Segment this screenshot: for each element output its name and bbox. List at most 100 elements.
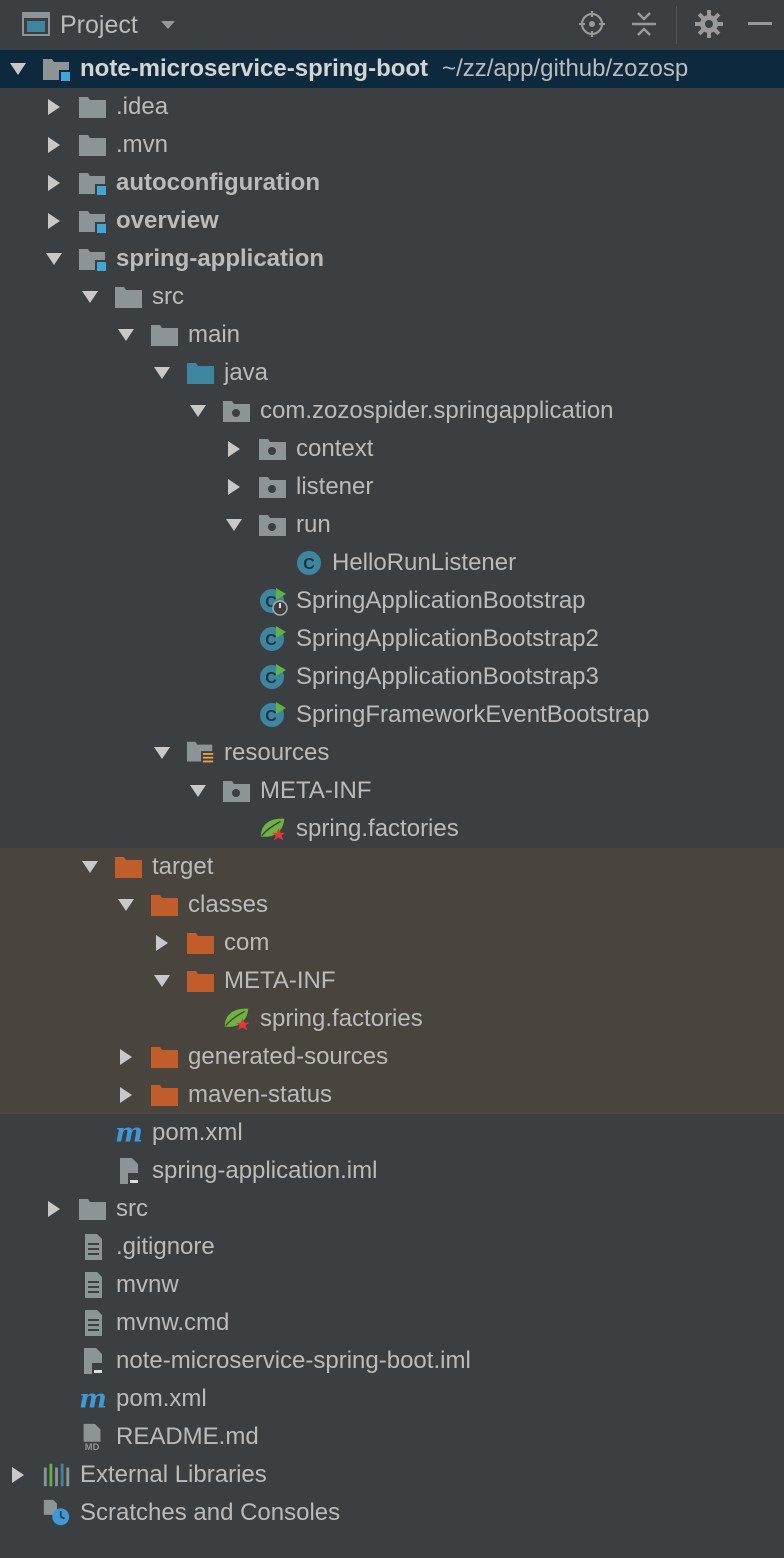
tree-row-package[interactable]: com.zozospider.springapplication	[0, 392, 784, 430]
excluded-folder-icon	[114, 853, 144, 881]
tree-item-label: src	[152, 283, 184, 310]
collapse-all-icon[interactable]	[630, 10, 658, 38]
header-separator	[676, 6, 677, 44]
tree-row-root-pom[interactable]: m pom.xml	[0, 1380, 784, 1418]
text-file-icon	[78, 1271, 108, 1299]
project-root-name: note-microservice-spring-boot	[80, 55, 429, 82]
tree-row-root[interactable]: note-microservice-spring-boot ~/zz/app/gi…	[0, 50, 784, 88]
tree-item-label: main	[188, 321, 241, 348]
tree-item-label: pom.xml	[116, 1385, 207, 1412]
tree-row-spring-application-bootstrap2[interactable]: C SpringApplicationBootstrap2	[0, 620, 784, 658]
dropdown-caret-icon[interactable]	[160, 16, 176, 34]
tree-row-external-libraries[interactable]: External Libraries	[0, 1456, 784, 1494]
gear-icon[interactable]	[694, 9, 724, 39]
tree-row-module-pom[interactable]: m pom.xml	[0, 1114, 784, 1152]
expanded-arrow-icon[interactable]	[224, 506, 244, 544]
source-folder-icon	[186, 359, 216, 387]
tree-row-spring-application-bootstrap[interactable]: C SpringApplicationBootstrap	[0, 582, 784, 620]
tree-row-generated-sources[interactable]: generated-sources	[0, 1038, 784, 1076]
tree-row-com[interactable]: com	[0, 924, 784, 962]
expanded-arrow-icon[interactable]	[152, 734, 172, 772]
collapsed-arrow-icon[interactable]	[44, 202, 64, 240]
tree-row-target-spring-factories[interactable]: spring.factories	[0, 1000, 784, 1038]
tree-item-label: pom.xml	[152, 1119, 243, 1146]
tree-row-spring-framework-event-bootstrap[interactable]: C SpringFrameworkEventBootstrap	[0, 696, 784, 734]
tree-item-label: target	[152, 853, 214, 880]
expanded-arrow-icon[interactable]	[188, 392, 208, 430]
tree-row-java[interactable]: java	[0, 354, 784, 392]
collapsed-arrow-icon[interactable]	[224, 430, 244, 468]
tree-row-root-iml[interactable]: note-microservice-spring-boot.iml	[0, 1342, 784, 1380]
tree-row-module-iml[interactable]: spring-application.iml	[0, 1152, 784, 1190]
tree-row-spring-application[interactable]: spring-application	[0, 240, 784, 278]
collapsed-arrow-icon[interactable]	[44, 88, 64, 126]
project-view-title[interactable]: Project	[60, 10, 138, 40]
tree-item-label: SpringApplicationBootstrap3	[296, 663, 599, 690]
runnable-class-icon: C	[258, 701, 288, 729]
folder-icon	[150, 321, 180, 349]
tree-row-maven-status[interactable]: maven-status	[0, 1076, 784, 1114]
tree-row-mvnw-cmd[interactable]: mvnw.cmd	[0, 1304, 784, 1342]
tree-row-resources[interactable]: resources	[0, 734, 784, 772]
collapsed-arrow-icon[interactable]	[44, 126, 64, 164]
tree-row-context[interactable]: context	[0, 430, 784, 468]
expanded-arrow-icon[interactable]	[80, 848, 100, 886]
tree-row-spring-application-bootstrap3[interactable]: C SpringApplicationBootstrap3	[0, 658, 784, 696]
expanded-arrow-icon[interactable]	[152, 354, 172, 392]
excluded-folder-icon	[186, 967, 216, 995]
tree-item-label: listener	[296, 473, 374, 500]
tree-row-mvnw[interactable]: mvnw	[0, 1266, 784, 1304]
project-tool-window: Project note-microservice-spring-boot ~/…	[0, 0, 784, 1558]
collapsed-arrow-icon[interactable]	[8, 1456, 28, 1494]
collapsed-arrow-icon[interactable]	[44, 1190, 64, 1228]
tree-item-label: resources	[224, 739, 330, 766]
tree-row-root-src[interactable]: src	[0, 1190, 784, 1228]
expanded-arrow-icon[interactable]	[44, 240, 64, 278]
expanded-arrow-icon[interactable]	[152, 962, 172, 1000]
locate-icon[interactable]	[578, 10, 606, 38]
tree-row-meta-inf[interactable]: META-INF	[0, 772, 784, 810]
excluded-folder-icon	[150, 1043, 180, 1071]
tree-row-spring-factories[interactable]: spring.factories	[0, 810, 784, 848]
svg-text:C: C	[265, 708, 277, 725]
tree-row-main[interactable]: main	[0, 316, 784, 354]
collapsed-arrow-icon[interactable]	[44, 164, 64, 202]
tree-item-label: .gitignore	[116, 1233, 215, 1260]
folder-icon	[78, 93, 108, 121]
maven-icon: m	[114, 1119, 144, 1147]
tree-row-listener[interactable]: listener	[0, 468, 784, 506]
tree-row-overview[interactable]: overview	[0, 202, 784, 240]
collapsed-arrow-icon[interactable]	[224, 468, 244, 506]
tree-item-label: autoconfiguration	[116, 169, 320, 196]
libraries-icon	[42, 1461, 72, 1489]
expanded-arrow-icon[interactable]	[116, 886, 136, 924]
tree-row-run[interactable]: run	[0, 506, 784, 544]
scratches-icon	[42, 1499, 72, 1527]
tree-row-mvn[interactable]: .mvn	[0, 126, 784, 164]
expanded-arrow-icon[interactable]	[188, 772, 208, 810]
expanded-arrow-icon[interactable]	[80, 278, 100, 316]
expanded-arrow-icon[interactable]	[116, 316, 136, 354]
collapsed-arrow-icon[interactable]	[152, 924, 172, 962]
tree-row-scratches-consoles[interactable]: Scratches and Consoles	[0, 1494, 784, 1532]
tree-row-classes[interactable]: classes	[0, 886, 784, 924]
tree-item-label: overview	[116, 207, 219, 234]
tree-item-label: Scratches and Consoles	[80, 1499, 341, 1526]
tree-row-readme[interactable]: MD README.md	[0, 1418, 784, 1456]
svg-text:m: m	[79, 1385, 107, 1413]
folder-icon	[78, 1195, 108, 1223]
project-view-icon[interactable]	[22, 12, 50, 36]
tree-row-hello-run-listener[interactable]: C HelloRunListener	[0, 544, 784, 582]
collapsed-arrow-icon[interactable]	[116, 1038, 136, 1076]
tree-row-target[interactable]: target	[0, 848, 784, 886]
tree-row-idea[interactable]: .idea	[0, 88, 784, 126]
tree-row-target-meta-inf[interactable]: META-INF	[0, 962, 784, 1000]
tree-row-autoconfiguration[interactable]: autoconfiguration	[0, 164, 784, 202]
expanded-arrow-icon[interactable]	[8, 50, 28, 88]
tree-row-gitignore[interactable]: .gitignore	[0, 1228, 784, 1266]
excluded-folder-icon	[186, 929, 216, 957]
tree-row-src[interactable]: src	[0, 278, 784, 316]
svg-text:C: C	[265, 670, 277, 687]
minimize-icon[interactable]	[746, 10, 774, 38]
collapsed-arrow-icon[interactable]	[116, 1076, 136, 1114]
